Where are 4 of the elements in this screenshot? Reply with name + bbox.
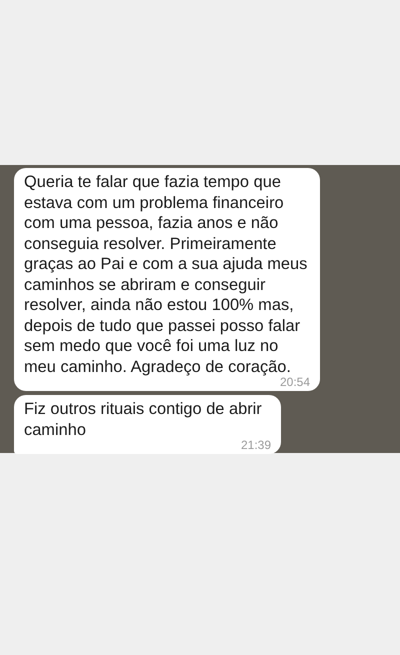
message-text: Fiz outros rituais contigo de abrir caminho xyxy=(24,399,263,440)
message-time: 21:39 xyxy=(240,439,271,451)
message-time: 20:54 xyxy=(280,376,310,388)
message-text: Queria te falar que fazia tempo que estava com um problema financeiro com uma pessoa, fazia anos e não conseguia resolver. Primeiramente graças ao Pai e com a sua ajuda meus caminhos se abriram e conseguir resolver, ainda não estou 100% mas, depois de tudo que passei posso falar sem medo que você foi uma luz no meu caminho. Agradeço de coração. xyxy=(24,172,308,377)
